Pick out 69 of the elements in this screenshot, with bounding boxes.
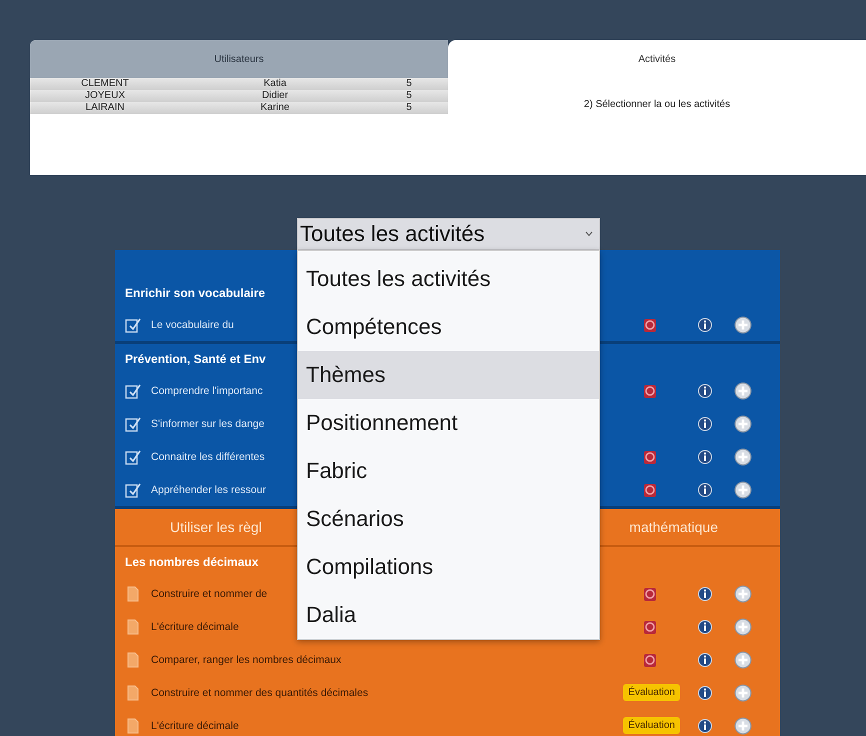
last-name: CLEMENT xyxy=(80,78,130,90)
dropdown-option[interactable]: Compétences xyxy=(298,303,599,351)
pdf-icon[interactable] xyxy=(642,316,658,332)
activity-name[interactable]: L'écriture décimale xyxy=(151,720,604,732)
document-icon xyxy=(125,684,141,700)
activity-name[interactable]: Comparer, ranger les nombres décimaux xyxy=(151,654,604,666)
caret-icon xyxy=(585,231,593,237)
add-icon[interactable] xyxy=(734,684,752,702)
dropdown-option[interactable]: Dalia xyxy=(298,591,599,639)
dropdown-option[interactable]: Fabric xyxy=(298,447,599,495)
info-icon[interactable] xyxy=(697,316,713,332)
dropdown-option[interactable]: Scénarios xyxy=(298,495,599,543)
info-icon[interactable] xyxy=(697,684,713,700)
instruction-text: 2) Sélectionner la ou les activités xyxy=(584,99,730,110)
info-icon[interactable] xyxy=(697,382,713,398)
notepad-check-icon xyxy=(125,316,141,332)
section-title: Utiliser les règl xyxy=(170,519,262,535)
activity-name[interactable]: Construire et nommer des quantités décimales xyxy=(151,686,604,698)
group-title: Prévention, Santé et Env xyxy=(125,352,266,366)
add-icon[interactable] xyxy=(734,382,752,400)
add-icon[interactable] xyxy=(734,584,752,602)
info-icon[interactable] xyxy=(697,482,713,498)
last-name: LAIRAIN xyxy=(84,102,126,114)
evaluation-badge[interactable]: Évaluation xyxy=(623,717,680,734)
add-icon[interactable] xyxy=(734,316,752,334)
document-icon xyxy=(125,652,141,668)
first-name: Katia xyxy=(262,78,288,90)
dropdown-option[interactable]: Positionnement xyxy=(298,399,599,447)
dropdown-option[interactable]: Toutes les activités xyxy=(298,255,599,303)
pdf-icon[interactable] xyxy=(642,652,658,668)
notepad-check-icon xyxy=(125,448,141,464)
users-tab[interactable]: Utilisateurs xyxy=(30,40,448,78)
user-level: 5 xyxy=(405,78,413,90)
evaluation-badge[interactable]: Évaluation xyxy=(623,684,680,701)
notepad-check-icon xyxy=(125,416,141,432)
document-icon xyxy=(125,718,141,734)
user-level: 5 xyxy=(405,102,413,114)
activity-filter-select[interactable]: Toutes les activités xyxy=(297,218,600,250)
add-icon[interactable] xyxy=(734,650,752,668)
notepad-check-icon xyxy=(125,482,141,498)
dropdown-option[interactable]: Compilations xyxy=(298,543,599,591)
info-icon[interactable] xyxy=(697,718,713,734)
pdf-icon[interactable] xyxy=(642,586,658,602)
user-level: 5 xyxy=(405,90,413,102)
group-title: Enrichir son vocabulaire xyxy=(125,286,266,300)
notepad-check-icon xyxy=(125,382,141,398)
info-icon[interactable] xyxy=(697,448,713,464)
last-name: JOYEUX xyxy=(84,90,126,102)
document-icon xyxy=(125,618,141,634)
add-icon[interactable] xyxy=(734,716,752,734)
info-icon[interactable] xyxy=(697,586,713,602)
pdf-icon[interactable] xyxy=(642,448,658,464)
dropdown-option[interactable]: Thèmes xyxy=(298,351,599,399)
add-icon[interactable] xyxy=(734,480,752,498)
pdf-icon[interactable] xyxy=(642,382,658,398)
first-name: Karine xyxy=(260,102,290,114)
pdf-icon[interactable] xyxy=(642,618,658,634)
info-icon[interactable] xyxy=(697,618,713,634)
add-icon[interactable] xyxy=(734,618,752,636)
add-icon[interactable] xyxy=(734,448,752,466)
group-title: Les nombres décimaux xyxy=(125,555,258,569)
section-title: mathématique xyxy=(629,519,718,535)
info-icon[interactable] xyxy=(697,416,713,432)
document-icon xyxy=(125,586,141,602)
pdf-icon[interactable] xyxy=(642,482,658,498)
first-name: Didier xyxy=(260,90,290,102)
add-icon[interactable] xyxy=(734,414,752,432)
activities-tab[interactable]: Activités xyxy=(638,54,676,65)
info-icon[interactable] xyxy=(697,652,713,668)
